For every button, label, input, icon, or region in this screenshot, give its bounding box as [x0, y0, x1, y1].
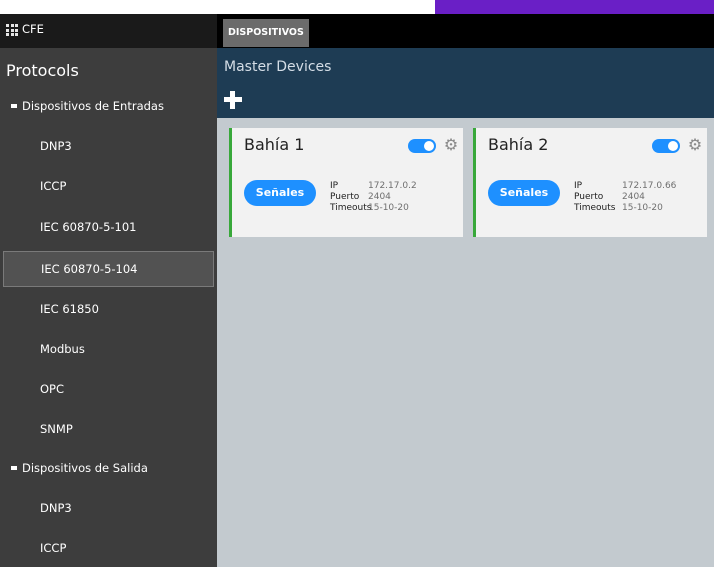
senales-button[interactable]: Señales [244, 180, 316, 206]
port-value: 2404 [622, 192, 645, 202]
port-value: 2404 [368, 192, 391, 202]
sidebar-item-label: OPC [40, 382, 65, 396]
ip-label: IP [330, 181, 339, 191]
timeouts-value: 15-10-20 [368, 203, 409, 213]
master-devices-header: Master Devices [217, 48, 714, 118]
tab-bar: DISPOSITIVOS [217, 14, 714, 48]
device-name: Bahía 2 [488, 135, 549, 154]
sidebar: CFE Protocols Dispositivos de Entradas D… [0, 14, 217, 567]
senales-button[interactable]: Señales [488, 180, 560, 206]
sidebar-item-label: IEC 61850 [40, 302, 99, 316]
toggle-knob [668, 141, 678, 151]
port-label: Puerto [330, 192, 360, 202]
ip-value: 172.17.0.66 [622, 181, 677, 191]
collapse-icon [11, 465, 17, 470]
sidebar-item-dnp3-salida[interactable]: DNP3 [0, 490, 217, 526]
sidebar-item-snmp[interactable]: SNMP [0, 411, 217, 447]
group-label: Dispositivos de Entradas [22, 99, 164, 113]
grid-icon[interactable] [6, 24, 18, 36]
ip-value: 172.17.0.2 [368, 181, 417, 191]
sidebar-item-iccp[interactable]: ICCP [0, 168, 217, 204]
sidebar-item-label: ICCP [40, 541, 67, 555]
timeouts-label: Timeouts [574, 203, 616, 213]
sidebar-item-iec-61850[interactable]: IEC 61850 [0, 291, 217, 327]
device-name: Bahía 1 [244, 135, 305, 154]
gear-icon[interactable]: ⚙ [442, 136, 460, 154]
collapse-icon [11, 103, 17, 108]
sidebar-item-modbus[interactable]: Modbus [0, 331, 217, 367]
sidebar-item-opc[interactable]: OPC [0, 371, 217, 407]
device-card[interactable]: Bahía 1 ⚙ Señales IP 172.17.0.2 Puerto 2… [229, 128, 463, 237]
ip-label: IP [574, 181, 583, 191]
group-header-entradas[interactable]: Dispositivos de Entradas [11, 99, 164, 113]
sidebar-item-label: DNP3 [40, 501, 72, 515]
sidebar-item-label: IEC 60870-5-104 [41, 262, 138, 276]
tab-dispositivos[interactable]: DISPOSITIVOS [223, 19, 309, 47]
enable-toggle[interactable] [408, 139, 436, 153]
enable-toggle[interactable] [652, 139, 680, 153]
sidebar-item-label: SNMP [40, 422, 73, 436]
toggle-knob [424, 141, 434, 151]
timeouts-value: 15-10-20 [622, 203, 663, 213]
sidebar-item-iec-60870-5-101[interactable]: IEC 60870-5-101 [0, 209, 217, 245]
sidebar-item-dnp3[interactable]: DNP3 [0, 128, 217, 164]
app-title: CFE [22, 22, 44, 36]
group-header-salida[interactable]: Dispositivos de Salida [11, 461, 148, 475]
sidebar-item-label: DNP3 [40, 139, 72, 153]
gear-icon[interactable]: ⚙ [686, 136, 704, 154]
device-card[interactable]: Bahía 2 ⚙ Señales IP 172.17.0.66 Puerto … [473, 128, 707, 237]
sidebar-item-label: ICCP [40, 179, 67, 193]
app-header[interactable]: CFE [0, 14, 217, 48]
sidebar-item-label: Modbus [40, 342, 85, 356]
sidebar-item-label: IEC 60870-5-101 [40, 220, 137, 234]
sidebar-title: Protocols [6, 61, 79, 80]
group-label: Dispositivos de Salida [22, 461, 148, 475]
sidebar-item-iec-60870-5-104[interactable]: IEC 60870-5-104 [3, 251, 214, 287]
section-title: Master Devices [224, 59, 332, 75]
sidebar-item-iccp-salida[interactable]: ICCP [0, 530, 217, 566]
plus-icon[interactable] [224, 91, 242, 109]
port-label: Puerto [574, 192, 604, 202]
timeouts-label: Timeouts [330, 203, 372, 213]
purple-accent-bar [435, 0, 714, 14]
